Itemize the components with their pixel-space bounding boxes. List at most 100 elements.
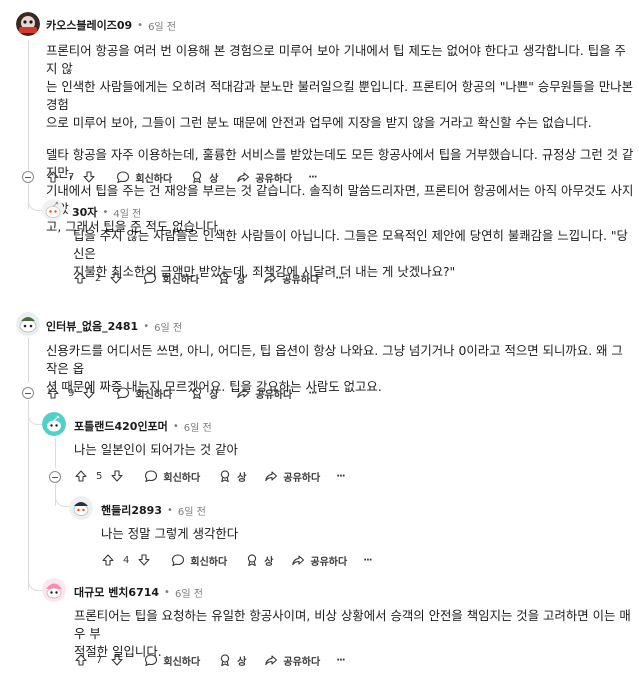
comment-author[interactable]: 대규모 벤치6714 [74,584,159,600]
comment-bubble-icon [172,554,185,567]
share-button[interactable]: 공유하다 [236,386,292,401]
downvote-icon[interactable] [82,386,96,400]
ellipsis-icon: ··· [363,554,372,566]
reply-button[interactable]: 회신하다 [144,653,200,668]
award-button[interactable]: 상 [217,271,245,286]
more-options-button[interactable]: ··· [308,171,317,183]
ellipsis-icon: ··· [308,171,317,183]
vote-count: 7 [96,654,103,666]
upvote-icon[interactable] [74,653,88,667]
share-button[interactable]: 공유하다 [236,170,292,185]
more-options-button[interactable]: ··· [336,655,345,666]
comment-line: 나는 정말 그렇게 생각한다 [101,526,239,541]
comment-author[interactable]: 인터뷰_없음_2481 [46,318,138,334]
thread-elbow [28,568,43,591]
comment-time[interactable]: 6일 전 [175,585,203,600]
comment-bubble-icon [144,272,157,285]
vote-count: 2 [95,272,102,284]
comment-bubble-icon [145,470,158,483]
thread-line [28,400,29,590]
share-button[interactable]: 공유하다 [264,469,320,484]
avatar[interactable] [42,578,66,602]
comment-actions: 7 회신하다 상 공유하다 ··· [46,168,335,186]
share-button[interactable]: 공유하다 [263,271,319,286]
snoo-avatar-icon [42,412,66,436]
award-icon [221,470,230,483]
downvote-icon[interactable] [110,469,124,483]
thread-line [28,338,29,382]
thread-elbow [55,484,70,507]
award-icon [248,554,257,567]
comment-author[interactable]: 핸들리2893 [101,502,162,518]
ellipsis-icon: ··· [336,470,345,482]
comment-line: 프론티어 항공을 여러 번 이용해 본 경험으로 미루어 보아 기내에서 팁 제… [46,43,626,76]
share-button[interactable]: 공유하다 [291,553,347,568]
comment-bubble-icon [145,654,158,667]
thread-elbow [28,402,43,425]
avatar[interactable] [16,312,40,336]
comment-time[interactable]: 4일 전 [113,205,141,220]
upvote-icon[interactable] [73,271,87,285]
vote-count: 4 [123,554,130,566]
comment-author[interactable]: 포틀랜드420인포머 [74,418,168,434]
comment-line: 팁을 주지 않는 사람들은 인색한 사람들이 아닙니다. 그들은 모욕적인 제안… [73,228,628,261]
award-button[interactable]: 상 [218,653,246,668]
award-button[interactable]: 상 [190,170,218,185]
comment-bubble-icon [117,171,130,184]
award-button[interactable]: 상 [190,386,218,401]
thread-line [55,438,56,468]
ellipsis-icon: ··· [308,387,317,399]
snoo-avatar-icon [16,312,40,336]
collapse-thread-button[interactable] [49,471,61,483]
more-options-button[interactable]: ··· [335,273,344,284]
upvote-icon[interactable] [46,386,60,400]
comment-author[interactable]: 카오스블레이즈09 [46,17,132,33]
vote-count: 5 [96,470,103,482]
reply-button[interactable]: 회신하다 [116,386,172,401]
comment-actions: 5 회신하다 상 공유하다 ··· [74,467,363,485]
comment-line: 는 인색한 사람들에게는 오히려 적대감과 분노만 불러일으킬 뿐입니다. 프론… [46,79,633,112]
collapse-thread-button[interactable] [22,387,34,399]
award-icon [193,171,202,184]
upvote-icon[interactable] [46,170,60,184]
comment-time[interactable]: 6일 전 [154,319,182,334]
share-icon [264,273,277,284]
downvote-icon[interactable] [137,553,151,567]
comment-line: 프론티어는 팁을 요청하는 유일한 항공사이며, 비상 상황에서 승객의 안전을… [74,608,631,641]
comment-time[interactable]: 6일 전 [184,419,212,434]
avatar[interactable] [42,199,64,221]
avatar[interactable] [69,496,93,520]
reply-button[interactable]: 회신하다 [144,469,200,484]
comment-actions: 4 회신하다 상 공유하다 ··· [101,551,390,569]
comment-time[interactable]: 6일 전 [178,503,206,518]
share-icon [237,388,250,399]
comment-bubble-icon [117,387,130,400]
reply-button[interactable]: 회신하다 [116,170,172,185]
avatar[interactable] [42,412,66,436]
upvote-icon[interactable] [74,469,88,483]
thread-line [28,40,29,170]
downvote-icon[interactable] [110,653,124,667]
vote-count: 9 [68,387,75,399]
comment-line: 신용카드를 어디서든 쓰면, 아니, 어디든, 팁 옵션이 항상 나와요. 그냥… [46,343,623,376]
award-icon [221,654,230,667]
award-button[interactable]: 상 [245,553,273,568]
collapse-thread-button[interactable] [22,171,34,183]
avatar[interactable] [16,12,40,36]
comment-author[interactable]: 30자 [72,204,97,220]
reply-button[interactable]: 회신하다 [171,553,227,568]
comment-time[interactable]: 6일 전 [148,18,176,33]
share-button[interactable]: 공유하다 [264,653,320,668]
upvote-icon[interactable] [101,553,115,567]
award-button[interactable]: 상 [218,469,246,484]
reply-button[interactable]: 회신하다 [143,271,199,286]
separator-dot: • [172,420,179,432]
downvote-icon[interactable] [109,271,123,285]
more-options-button[interactable]: ··· [336,470,345,482]
downvote-icon[interactable] [82,170,96,184]
more-options-button[interactable]: ··· [363,554,372,566]
award-icon [193,387,202,400]
separator-dot: • [137,19,144,31]
more-options-button[interactable]: ··· [308,387,317,399]
snoo-avatar-icon [42,578,66,602]
